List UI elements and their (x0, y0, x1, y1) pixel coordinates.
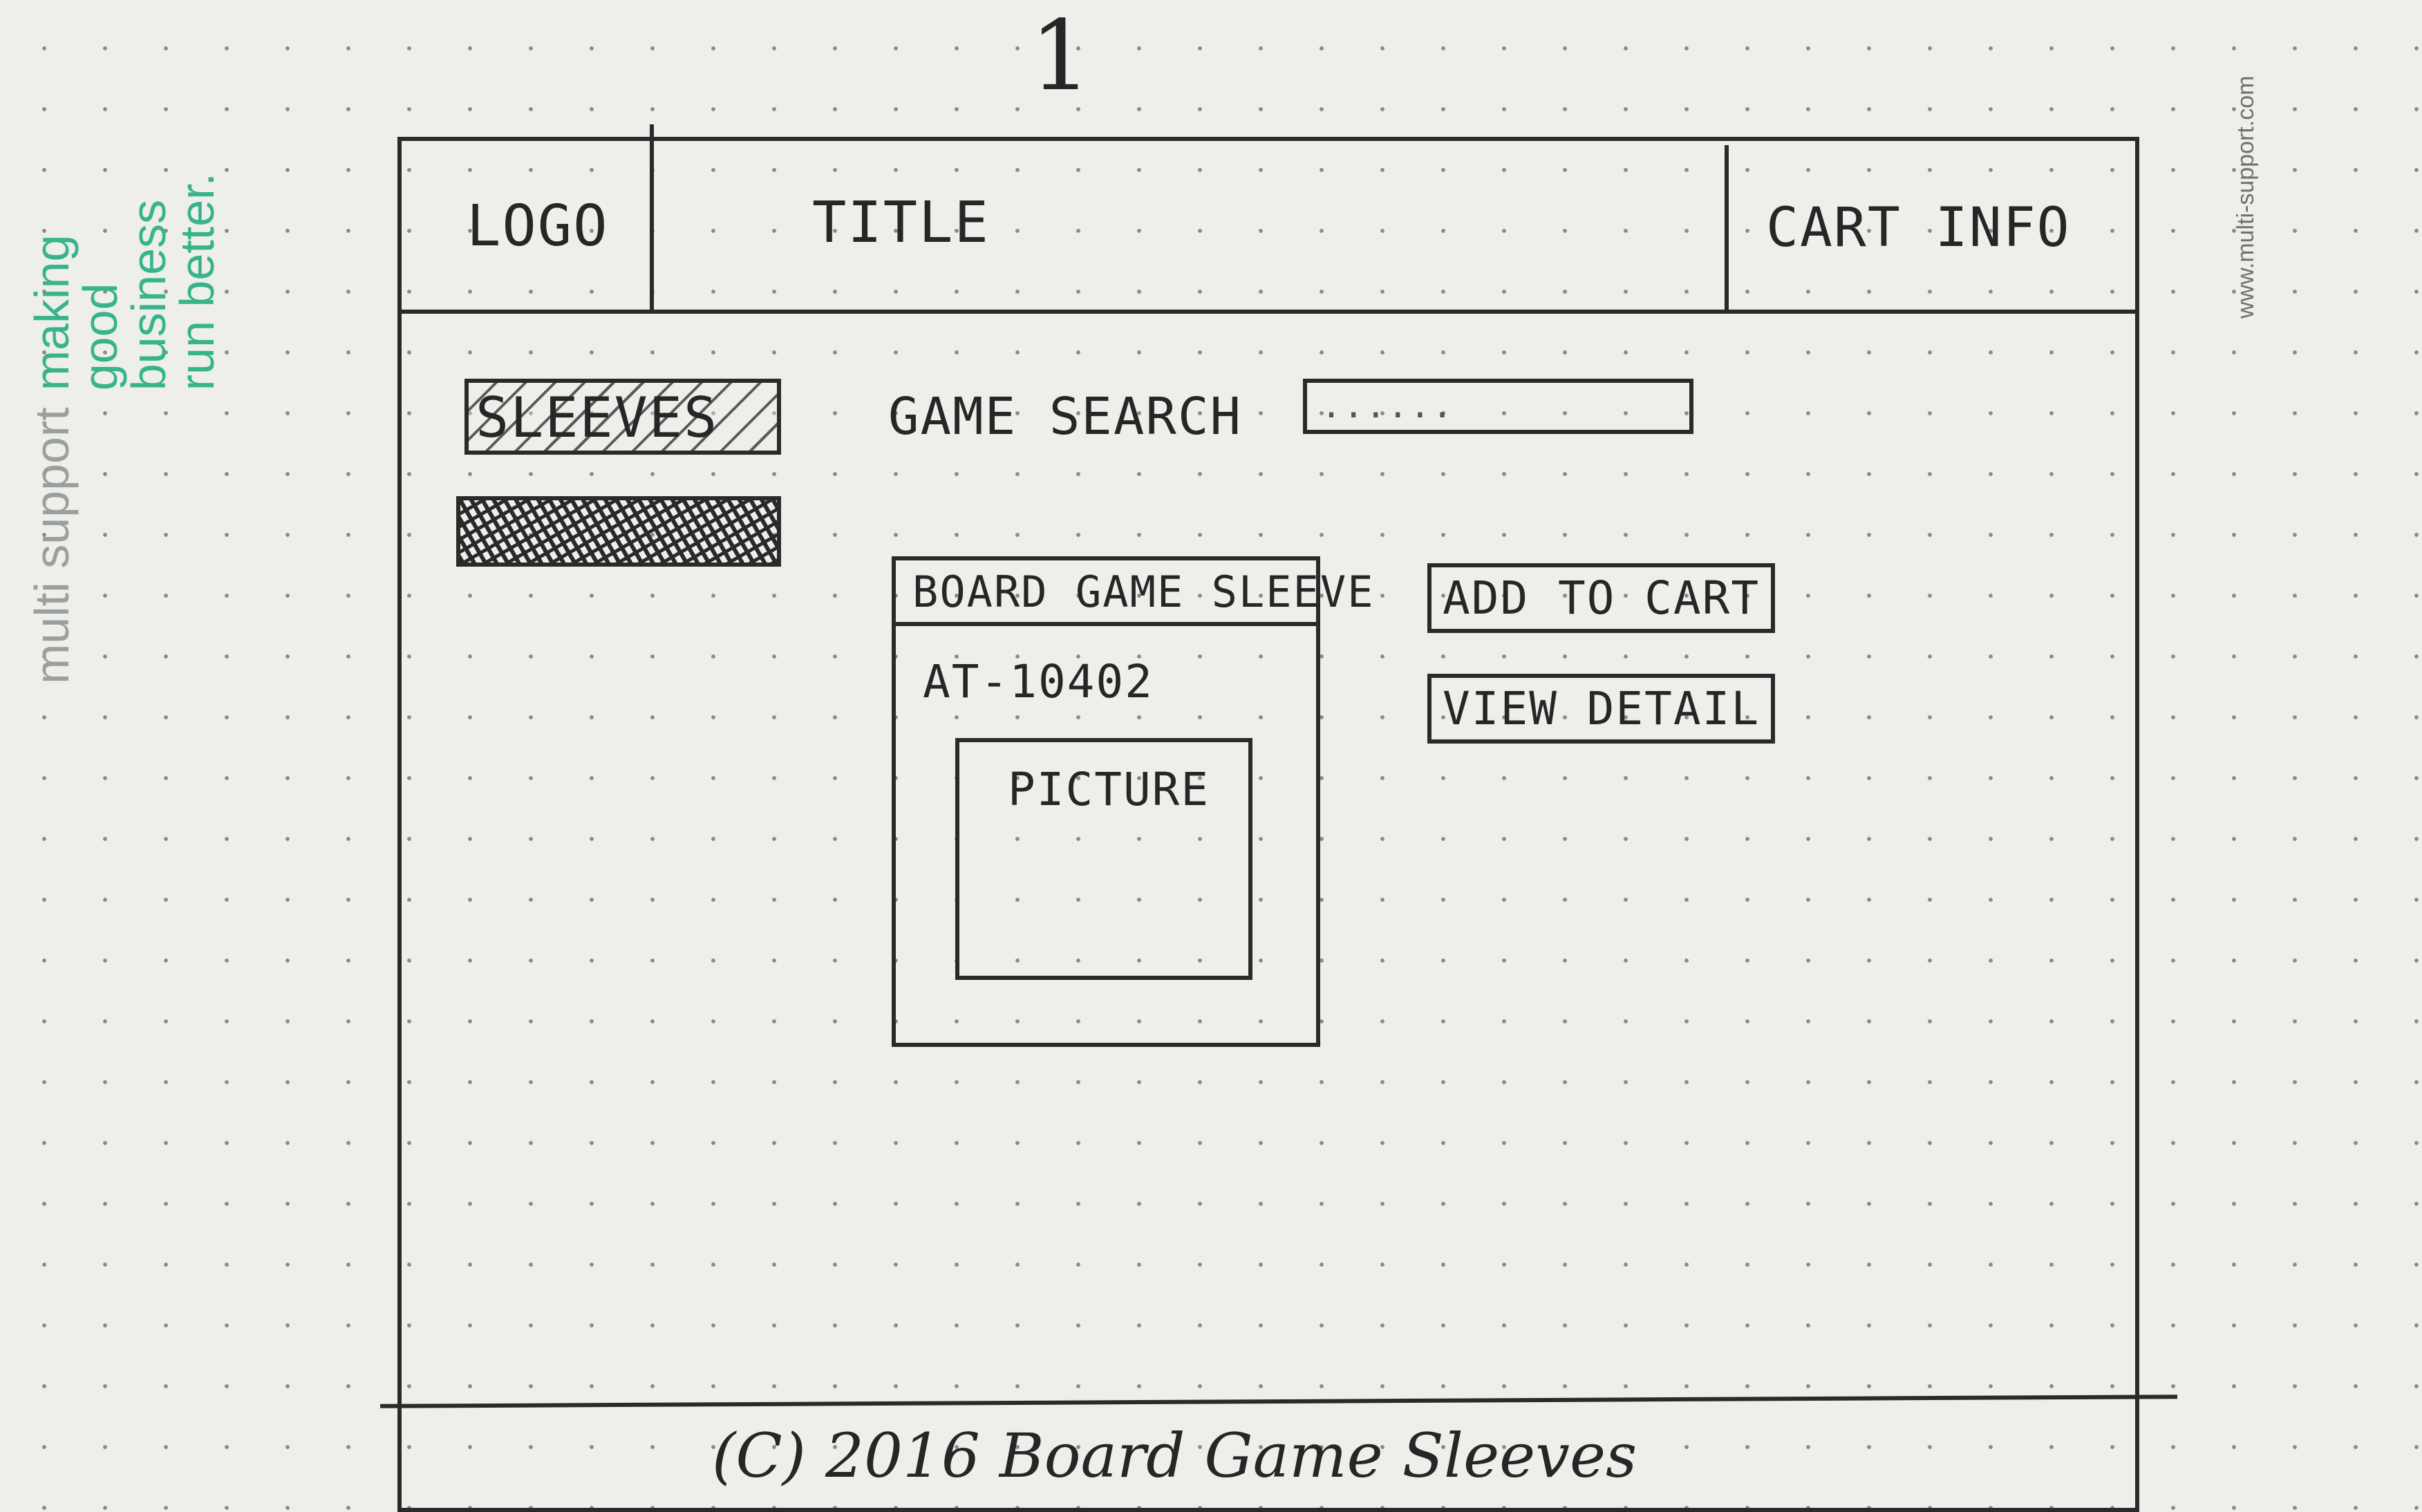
product-title[interactable]: BOARD GAME SLEEVE (912, 567, 1375, 617)
cart-info[interactable]: CART INFO (1766, 197, 2071, 259)
logo-divider (650, 124, 654, 312)
picture-label: PICTURE (1008, 763, 1210, 816)
search-label: GAME SEARCH (888, 387, 1243, 446)
brand-tagline-1: making (25, 234, 79, 391)
footer-copyright: (C) 2016 Board Game Sleeves (712, 1420, 1637, 1491)
brand-name: multi support (25, 407, 79, 684)
cart-divider (1725, 145, 1729, 312)
sidebar-item-sleeves[interactable]: SLEEVES (464, 379, 781, 455)
brand-tagline-2: good (73, 283, 127, 391)
brand-tagline-4: run better. (170, 173, 224, 391)
product-code: AT-10402 (923, 655, 1154, 708)
view-detail-button[interactable]: VIEW DETAIL (1427, 674, 1776, 744)
search-input[interactable]: ...... (1303, 379, 1693, 434)
add-to-cart-button[interactable]: ADD TO CART (1427, 563, 1776, 633)
page-title: TITLE (812, 190, 990, 256)
notebook-website: www.multi-support.com (2233, 76, 2259, 319)
sidebar-item-scribbled[interactable] (456, 496, 781, 567)
brand-tagline-3: business (122, 199, 176, 391)
page-number: 1 (1030, 0, 1092, 113)
logo[interactable]: LOGO (467, 193, 608, 259)
product-picture[interactable]: PICTURE (955, 738, 1252, 980)
header-divider (397, 310, 2139, 314)
notebook-branding: multi support making good business run b… (0, 62, 249, 684)
product-title-divider (892, 622, 1320, 626)
sidebar-item-label: SLEEVES (476, 386, 719, 450)
